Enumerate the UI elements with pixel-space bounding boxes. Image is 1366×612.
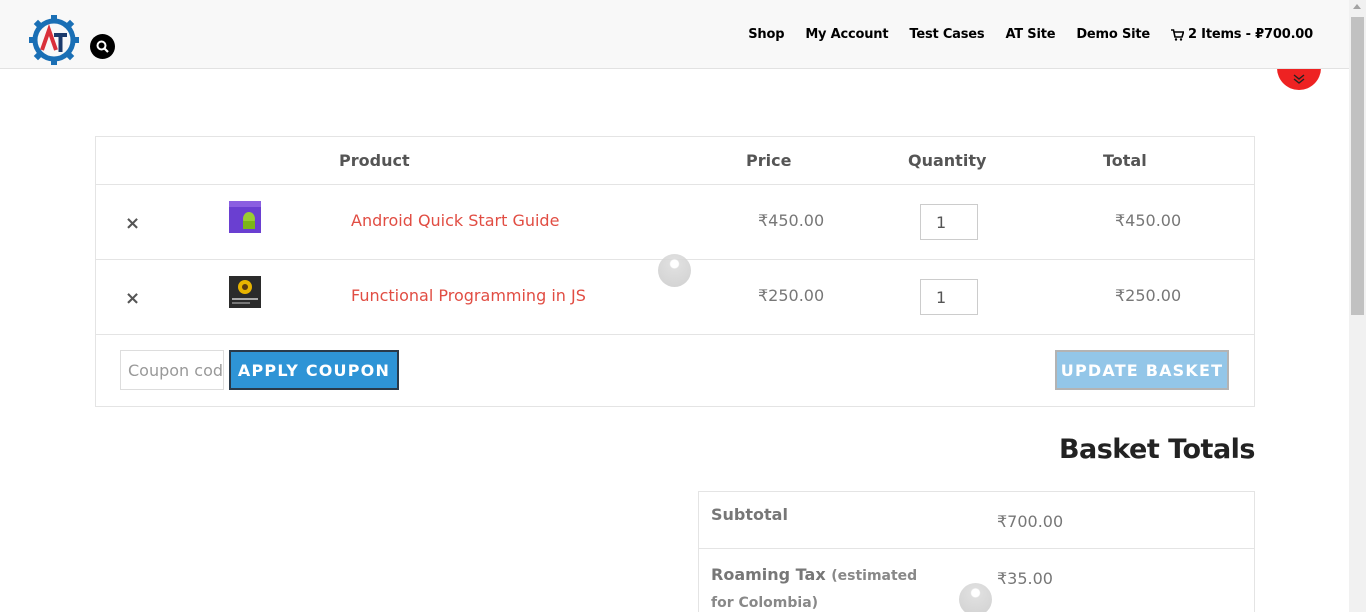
product-thumbnail[interactable] [229, 201, 261, 233]
table-header: Product Price Quantity Total [96, 137, 1254, 185]
main-nav: Shop My Account Test Cases AT Site Demo … [727, 27, 1313, 42]
header-price: Price [746, 151, 792, 170]
product-link[interactable]: Functional Programming in JS [351, 286, 586, 305]
loading-indicator [658, 254, 691, 287]
product-link[interactable]: Android Quick Start Guide [351, 211, 559, 230]
update-basket-button[interactable]: UPDATE BASKET [1055, 350, 1229, 390]
search-icon [96, 40, 109, 53]
remove-item-button[interactable]: × [125, 213, 140, 234]
nav-cart[interactable]: 2 Items - ₽700.00 [1171, 27, 1313, 42]
table-row: × Android Quick Start Guide ₹450.00 ₹450… [96, 185, 1254, 260]
basket-totals-title: Basket Totals [1058, 434, 1256, 465]
page-scrollbar[interactable] [1349, 0, 1366, 612]
nav-at-site[interactable]: AT Site [1005, 27, 1055, 42]
nav-demo-site[interactable]: Demo Site [1076, 27, 1150, 42]
product-price: ₹250.00 [758, 286, 825, 305]
tax-label: Roaming Tax [711, 565, 826, 584]
nav-shop[interactable]: Shop [748, 27, 784, 42]
header-product: Product [339, 151, 410, 170]
tax-value: ₹35.00 [997, 569, 1053, 588]
subtotal-row: Subtotal ₹700.00 [699, 492, 1254, 549]
cart-summary: 2 Items - ₽700.00 [1188, 27, 1313, 42]
cart-actions: APPLY COUPON UPDATE BASKET [96, 335, 1254, 407]
nav-test-cases[interactable]: Test Cases [909, 27, 984, 42]
subtotal-label: Subtotal [711, 505, 788, 524]
chevron-double-down-icon [1293, 74, 1305, 84]
site-logo[interactable] [28, 14, 80, 66]
scroll-up-arrow[interactable] [1353, 4, 1361, 9]
cart-icon [1171, 28, 1185, 41]
remove-item-button[interactable]: × [125, 288, 140, 309]
apply-coupon-button[interactable]: APPLY COUPON [229, 350, 399, 390]
product-price: ₹450.00 [758, 211, 825, 230]
tax-label-group: Roaming Tax (estimated for Colombia) [711, 562, 941, 612]
product-thumbnail[interactable] [229, 276, 261, 308]
quantity-input[interactable] [920, 204, 978, 240]
coupon-input[interactable] [120, 350, 224, 390]
site-header: Shop My Account Test Cases AT Site Demo … [0, 0, 1349, 69]
line-total: ₹450.00 [1115, 211, 1182, 230]
scrollbar-thumb[interactable] [1351, 17, 1364, 315]
search-button[interactable] [90, 34, 115, 59]
nav-my-account[interactable]: My Account [805, 27, 888, 42]
quantity-input[interactable] [920, 279, 978, 315]
subtotal-value: ₹700.00 [997, 512, 1064, 531]
loading-indicator [959, 583, 992, 612]
line-total: ₹250.00 [1115, 286, 1182, 305]
header-quantity: Quantity [908, 151, 987, 170]
header-total: Total [1103, 151, 1147, 170]
